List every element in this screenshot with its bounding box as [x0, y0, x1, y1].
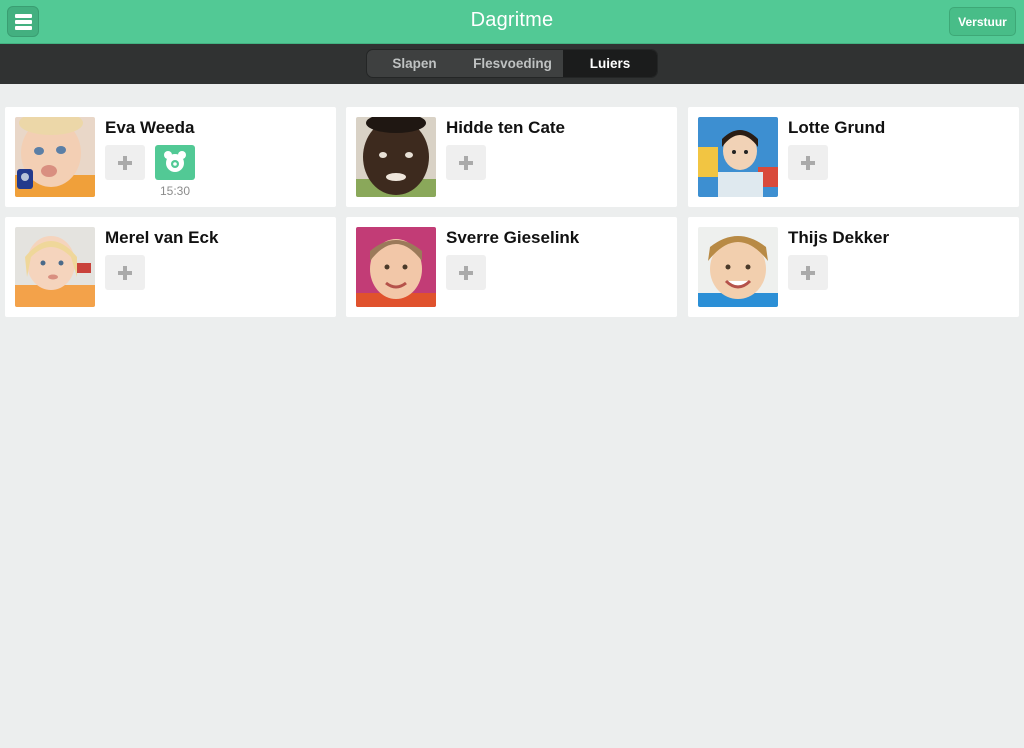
child-card: Lotte Grund [688, 107, 1019, 207]
child-name: Thijs Dekker [788, 228, 890, 247]
add-entry-button[interactable] [788, 145, 828, 180]
entry-time: 15:30 [159, 184, 191, 198]
add-entry-button[interactable] [446, 145, 486, 180]
child-photo [356, 227, 436, 307]
child-card: Hidde ten Cate [346, 107, 677, 207]
tab-slapen[interactable]: Slapen [367, 50, 462, 77]
add-entry-button[interactable] [788, 255, 828, 290]
page-title: Dagritme [470, 9, 554, 31]
child-card: Sverre Gieselink [346, 217, 677, 317]
child-card: Eva Weeda 15:30 [5, 107, 336, 207]
child-photo [15, 227, 95, 307]
add-entry-button[interactable] [105, 255, 145, 290]
child-name: Sverre Gieselink [446, 228, 580, 247]
tab-luiers[interactable]: Luiers [563, 50, 657, 77]
child-name: Lotte Grund [788, 118, 886, 137]
child-name: Merel van Eck [105, 228, 219, 247]
child-photo [698, 227, 778, 307]
child-photo [356, 117, 436, 197]
child-name: Hidde ten Cate [446, 118, 566, 137]
add-entry-button[interactable] [446, 255, 486, 290]
top-bar: Dagritme Verstuur [0, 0, 1024, 44]
child-photo [15, 117, 95, 197]
add-entry-button[interactable] [105, 145, 145, 180]
diaper-entry-button[interactable] [155, 145, 195, 180]
send-button[interactable]: Verstuur [949, 7, 1016, 36]
child-name: Eva Weeda [105, 118, 195, 137]
child-card: Merel van Eck [5, 217, 336, 317]
segmented-control: Slapen Flesvoeding Luiers [366, 49, 658, 78]
tab-bar: Slapen Flesvoeding Luiers [0, 44, 1024, 84]
diaper-icon [164, 151, 186, 172]
child-card: Thijs Dekker [688, 217, 1019, 317]
tab-flesvoeding[interactable]: Flesvoeding [462, 50, 563, 77]
child-photo [698, 117, 778, 197]
